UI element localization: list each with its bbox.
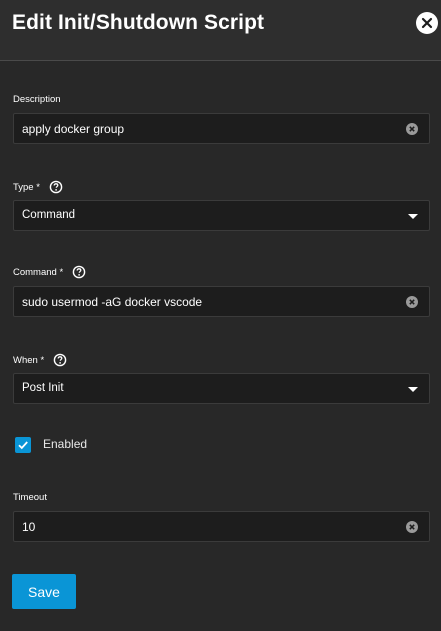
clear-icon[interactable] (406, 521, 418, 533)
type-value: Command (22, 209, 76, 221)
help-icon[interactable] (53, 353, 67, 367)
when-label-text: When * (13, 354, 45, 366)
timeout-label: Timeout (13, 492, 47, 503)
description-label-text: Description (13, 94, 61, 105)
description-input[interactable]: apply docker group (13, 113, 430, 144)
close-button[interactable] (416, 12, 438, 34)
help-icon[interactable] (72, 265, 86, 279)
command-label-text: Command * (13, 266, 64, 278)
clear-icon[interactable] (406, 123, 418, 135)
save-button[interactable]: Save (12, 574, 76, 609)
checkmark-icon (18, 441, 28, 450)
command-input[interactable]: sudo usermod -aG docker vscode (13, 286, 430, 317)
type-select[interactable]: Command (13, 200, 430, 231)
command-label: Command * (13, 265, 86, 279)
timeout-value: 10 (22, 520, 36, 534)
clear-icon[interactable] (406, 296, 418, 308)
description-label: Description (13, 94, 61, 105)
type-label-text: Type * (13, 181, 40, 193)
enabled-label[interactable]: Enabled (43, 437, 87, 451)
dropdown-arrow-icon (408, 214, 418, 219)
dropdown-arrow-icon (408, 387, 418, 392)
type-label: Type * (13, 180, 63, 194)
command-value: sudo usermod -aG docker vscode (22, 295, 203, 309)
when-value: Post Init (22, 382, 64, 394)
dialog-title: Edit Init/Shutdown Script (12, 11, 265, 34)
timeout-input[interactable]: 10 (13, 511, 430, 542)
enabled-checkbox[interactable] (15, 437, 31, 453)
when-label: When * (13, 353, 67, 367)
timeout-label-text: Timeout (13, 492, 47, 503)
description-value: apply docker group (22, 122, 125, 136)
dialog-header: Edit Init/Shutdown Script (0, 0, 441, 61)
help-icon[interactable] (49, 180, 63, 194)
close-icon (421, 17, 433, 29)
when-select[interactable]: Post Init (13, 373, 430, 404)
